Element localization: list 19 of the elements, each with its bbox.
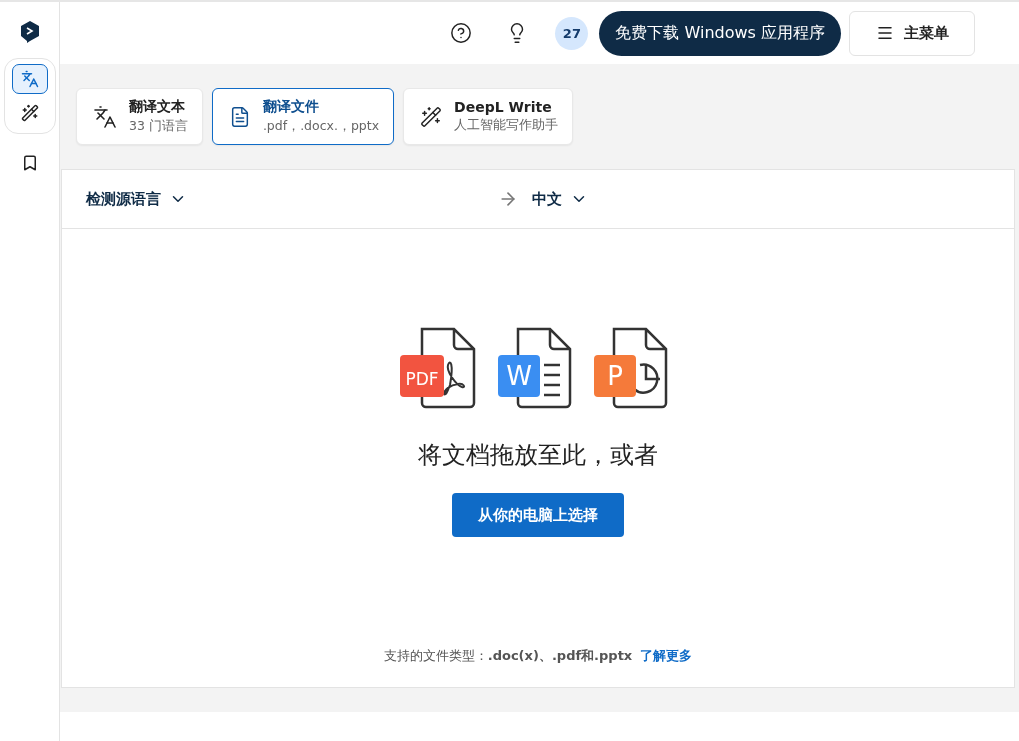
magic-wand-icon bbox=[20, 104, 39, 122]
magic-wand-icon bbox=[420, 105, 443, 128]
notification-badge[interactable]: 27 bbox=[555, 16, 589, 50]
main-menu-button[interactable]: 主菜单 bbox=[849, 10, 975, 56]
drop-instruction: 将文档拖放至此，或者 bbox=[418, 440, 658, 471]
target-language-select[interactable]: 中文 bbox=[532, 189, 588, 209]
download-button[interactable]: 免费下载 Windows 应用程序 bbox=[599, 10, 841, 56]
mode-tab[interactable]: 翻译文件 .pdf，.docx.，pptx bbox=[211, 88, 395, 145]
translate-icon bbox=[93, 104, 117, 129]
help-icon[interactable] bbox=[449, 21, 474, 45]
learn-more-link[interactable]: 了解更多 bbox=[640, 647, 693, 665]
supported-types-text: 支持的文件类型：.doc(x)、.pdf和.pptx bbox=[383, 647, 633, 665]
translate-icon bbox=[20, 70, 39, 88]
mode-tab[interactable]: DeepL Write 人工智能写作助手 bbox=[403, 88, 574, 145]
menu-icon bbox=[875, 24, 894, 42]
choose-file-button[interactable]: 从你的电脑上选择 bbox=[452, 493, 624, 537]
source-language-select[interactable]: 检测源语言 bbox=[86, 189, 187, 209]
logo-icon[interactable] bbox=[18, 20, 41, 44]
mode-tab[interactable]: 翻译文本 33 门语言 bbox=[76, 88, 203, 145]
